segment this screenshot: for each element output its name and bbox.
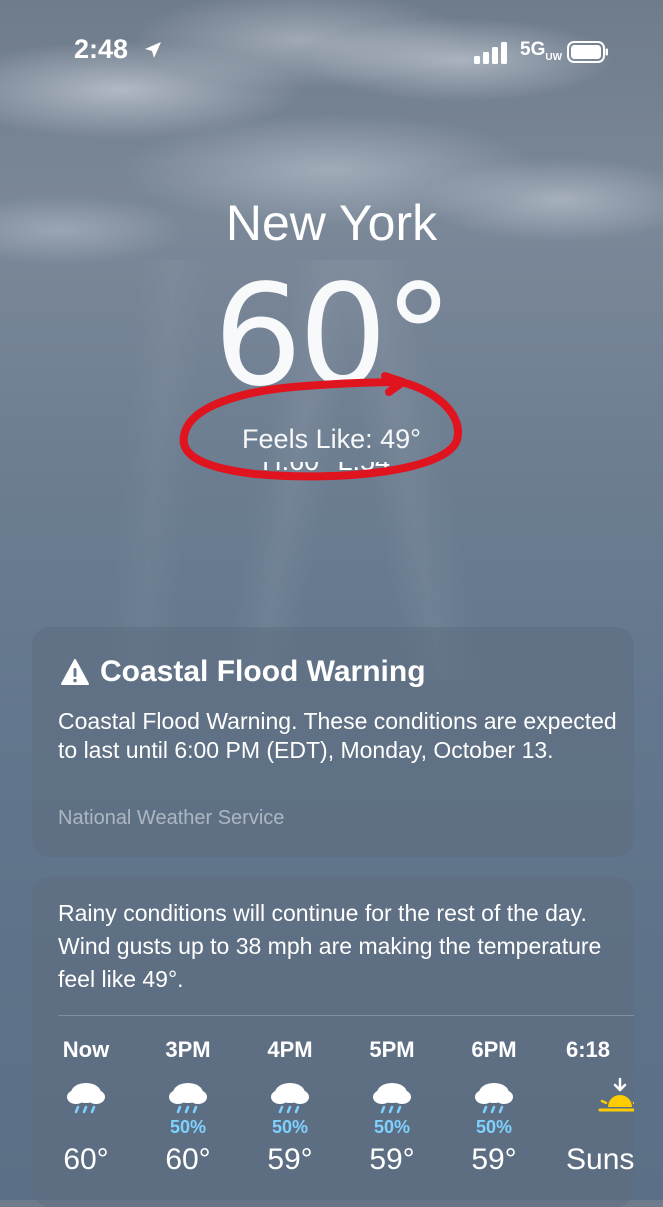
alert-title: Coastal Flood Warning — [60, 655, 426, 689]
status-bar: 2:48 5GUW — [0, 32, 663, 72]
location-arrow-icon — [145, 42, 161, 58]
hour-label: 4PM — [267, 1037, 313, 1062]
sunset-icon — [598, 1077, 634, 1112]
warning-icon — [61, 659, 89, 685]
hour-item: 4PM 50% 59° — [240, 1025, 340, 1177]
precip-chance: 50% — [271, 1117, 309, 1137]
feels-like: Feels Like: 49° — [242, 424, 421, 454]
hour-item: 3PM 50% 60° — [138, 1025, 238, 1177]
hour-temp: 59° — [369, 1143, 415, 1176]
precip-chance — [36, 1117, 136, 1139]
precip-chance — [566, 1117, 634, 1139]
hourly-strip[interactable]: Now 60° 3PM 50% 60° 4PM 50% 59° 5PM 50% … — [32, 1025, 634, 1205]
network-type: 5GUW — [520, 39, 563, 63]
hour-temp: 59° — [471, 1143, 517, 1176]
hour-temp: 59° — [267, 1143, 313, 1176]
hour-label: Now — [62, 1037, 110, 1062]
hourly-forecast-card: Rainy conditions will continue for the r… — [32, 877, 634, 1207]
battery-icon — [567, 41, 608, 63]
rain-cloud-icon — [169, 1083, 207, 1114]
alert-title-text: Coastal Flood Warning — [100, 655, 426, 688]
hour-label: 6PM — [471, 1037, 517, 1062]
rain-cloud-icon — [373, 1083, 411, 1114]
hour-item: 6:18 Sunset — [566, 1025, 634, 1177]
rain-cloud-icon — [475, 1083, 513, 1114]
hour-label: 5PM — [369, 1037, 415, 1062]
rain-cloud-icon — [271, 1083, 309, 1114]
alert-body: Coastal Flood Warning. These conditions … — [58, 708, 617, 763]
hour-temp: 60° — [165, 1143, 211, 1176]
rain-cloud-icon — [67, 1083, 105, 1114]
high-low: H:60° L:54° — [0, 462, 663, 492]
hour-temp: 60° — [63, 1143, 109, 1176]
precip-chance: 50% — [475, 1117, 513, 1137]
alert-source[interactable]: National Weather Service — [58, 807, 284, 830]
divider — [58, 1015, 634, 1016]
weather-alert-card[interactable]: Coastal Flood Warning Coastal Flood Warn… — [32, 627, 634, 857]
cellular-signal-icon — [474, 42, 507, 64]
hour-item: 6PM 50% 59° — [444, 1025, 544, 1177]
precip-chance: 50% — [169, 1117, 207, 1137]
hour-label: 3PM — [165, 1037, 211, 1062]
forecast-summary: Rainy conditions will continue for the r… — [58, 900, 602, 992]
hour-item: Now 60° — [36, 1025, 136, 1177]
hour-label: 6:18 — [566, 1037, 611, 1062]
precip-chance: 50% — [373, 1117, 411, 1137]
hour-temp: Sunset — [566, 1143, 634, 1176]
status-time: 2:48 — [74, 34, 129, 64]
city-name: New York — [225, 195, 438, 251]
hour-item: 5PM 50% 59° — [342, 1025, 442, 1177]
current-temperature: 60° — [213, 255, 453, 418]
